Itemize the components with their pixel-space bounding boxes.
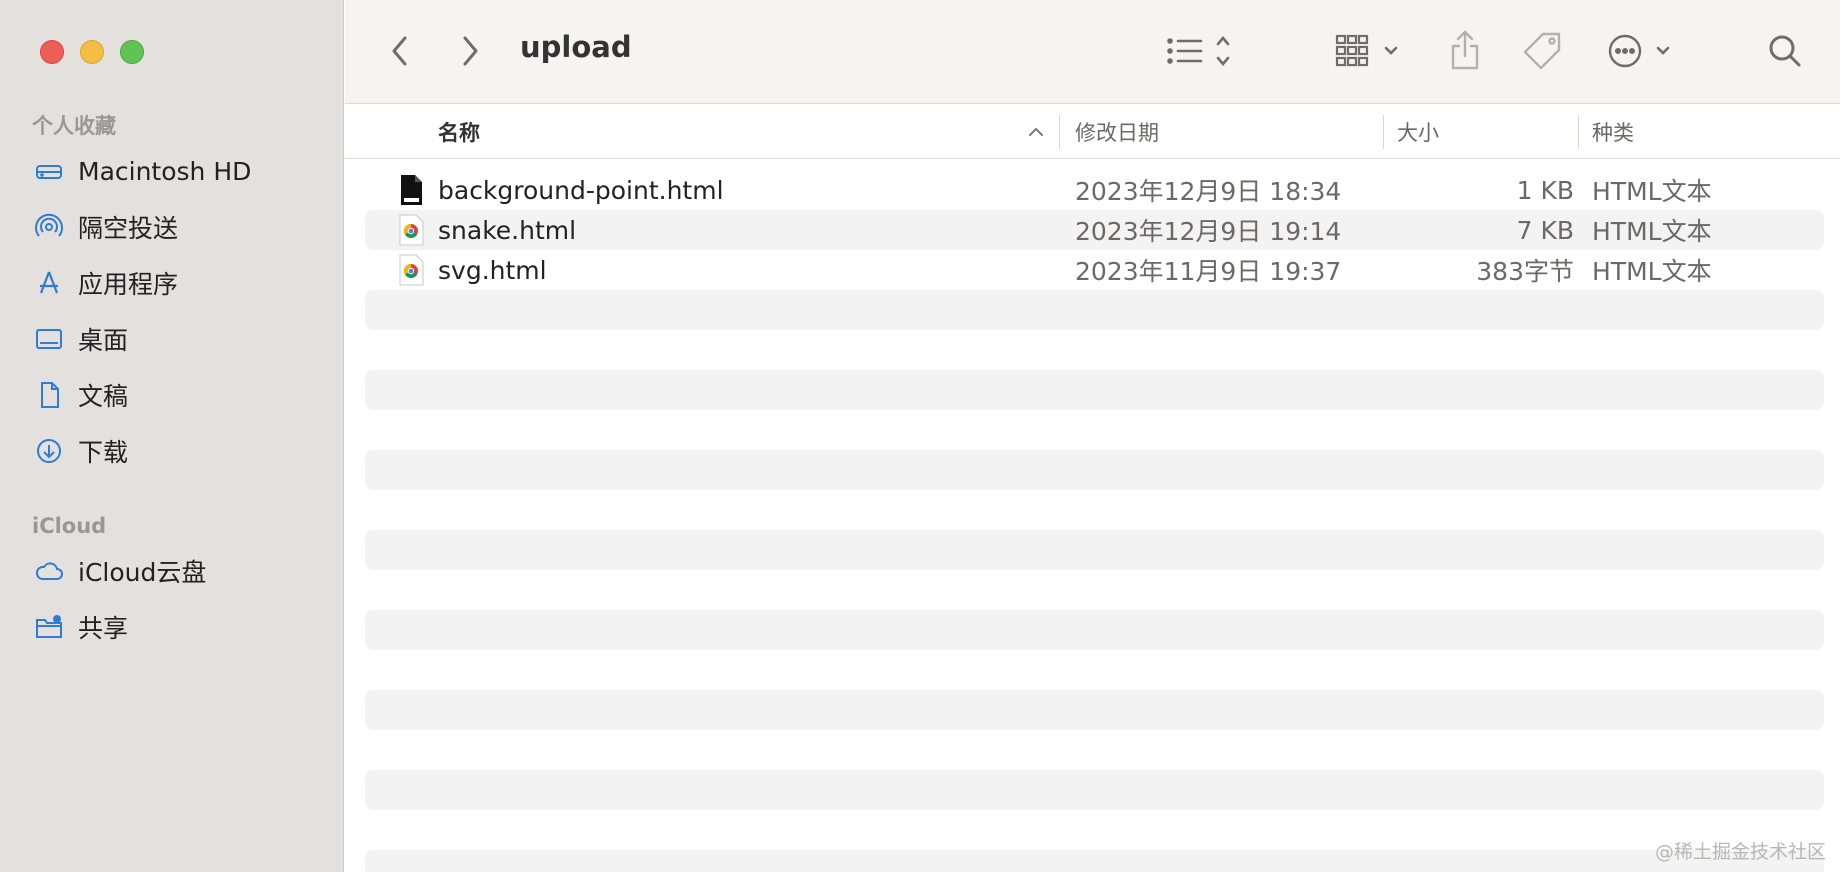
- sidebar-item-applications[interactable]: 应用程序: [32, 262, 178, 304]
- download-icon: [32, 434, 66, 468]
- tag-icon: [1523, 32, 1561, 70]
- toolbar: upload: [345, 0, 1840, 104]
- desktop-icon: [32, 322, 66, 356]
- empty-row: [365, 290, 1824, 330]
- shared-folder-icon: [32, 610, 66, 644]
- sidebar-item-desktop[interactable]: 桌面: [32, 318, 128, 360]
- back-button[interactable]: [385, 28, 415, 74]
- sidebar-item-label: 文稿: [78, 382, 129, 411]
- sidebar-item-downloads[interactable]: 下载: [32, 430, 128, 472]
- sidebar-item-shared[interactable]: 共享: [32, 606, 128, 648]
- share-icon: [1451, 30, 1479, 70]
- sidebar-item-label: 隔空投送: [78, 214, 179, 243]
- sidebar-item-airdrop[interactable]: 隔空投送: [32, 206, 178, 248]
- file-kind: HTML文本: [1592, 257, 1712, 286]
- file-size: 7 KB: [1516, 215, 1574, 245]
- sidebar-item-documents[interactable]: 文稿: [32, 374, 128, 416]
- column-header-kind[interactable]: 种类: [1592, 105, 1634, 159]
- sidebar-item-label: 应用程序: [78, 270, 179, 299]
- group-button[interactable]: [1333, 28, 1405, 74]
- minimize-window-button[interactable]: [80, 40, 104, 64]
- chrome-file-icon: [399, 254, 424, 286]
- empty-row: [365, 370, 1824, 410]
- sidebar-item-label: 下载: [78, 438, 129, 467]
- forward-button[interactable]: [455, 28, 485, 74]
- close-window-button[interactable]: [40, 40, 64, 64]
- icloud-section-title: iCloud: [32, 514, 107, 538]
- file-date: 2023年11月9日 19:37: [1075, 257, 1342, 286]
- sidebar-item-macintosh-hd[interactable]: Macintosh HD: [32, 150, 251, 192]
- html-file-icon: [401, 175, 422, 205]
- sidebar: 个人收藏 Macintosh HD 隔空投送 应用程序 桌面 文稿 下载 iCl…: [0, 0, 344, 872]
- watermark: @稀土掘金技术社区: [1654, 841, 1826, 863]
- file-size: 383字节: [1476, 257, 1574, 286]
- sidebar-item-label: iCloud云盘: [78, 558, 207, 587]
- column-header-name[interactable]: 名称: [438, 105, 480, 159]
- airdrop-icon: [32, 210, 66, 244]
- file-row[interactable]: background-point.html 2023年12月9日 18:34 1…: [365, 170, 1824, 210]
- cloud-icon: [32, 554, 66, 588]
- tag-button[interactable]: [1521, 28, 1565, 74]
- sidebar-item-label: 共享: [78, 614, 129, 643]
- empty-row: [365, 450, 1824, 490]
- grid-icon: [1335, 34, 1398, 67]
- sidebar-item-label: 桌面: [78, 326, 129, 355]
- window-controls: [40, 40, 144, 64]
- empty-row: [365, 530, 1824, 570]
- ellipsis-circle-icon: [1608, 34, 1670, 68]
- search-icon: [1769, 35, 1801, 67]
- chevron-left-icon: [392, 36, 407, 66]
- file-name: svg.html: [438, 255, 547, 285]
- chrome-file-icon: [399, 214, 424, 246]
- sidebar-item-icloud-drive[interactable]: iCloud云盘: [32, 550, 206, 592]
- column-divider[interactable]: [1578, 115, 1579, 149]
- more-actions-button[interactable]: [1607, 28, 1677, 74]
- file-list: background-point.html 2023年12月9日 18:34 1…: [345, 170, 1840, 872]
- disk-icon: [32, 154, 66, 188]
- window-title: upload: [520, 30, 632, 64]
- share-button[interactable]: [1447, 28, 1483, 74]
- file-kind: HTML文本: [1592, 177, 1712, 206]
- sort-ascending-icon: [1025, 121, 1047, 143]
- column-header-size[interactable]: 大小: [1397, 105, 1439, 159]
- file-name: background-point.html: [438, 175, 724, 205]
- file-size: 1 KB: [1516, 175, 1574, 205]
- document-icon: [32, 378, 66, 412]
- favorites-section-title: 个人收藏: [32, 114, 116, 138]
- file-date: 2023年12月9日 19:14: [1075, 217, 1342, 246]
- file-kind: HTML文本: [1592, 217, 1712, 246]
- zoom-window-button[interactable]: [120, 40, 144, 64]
- search-button[interactable]: [1765, 28, 1805, 74]
- empty-row: [365, 770, 1824, 810]
- file-name: snake.html: [438, 215, 577, 245]
- empty-row: [365, 690, 1824, 730]
- file-row[interactable]: snake.html 2023年12月9日 19:14 7 KB HTML文本: [365, 210, 1824, 250]
- empty-row: [365, 850, 1824, 872]
- column-header: 名称 修改日期 大小 种类: [345, 105, 1840, 159]
- column-divider[interactable]: [1059, 115, 1060, 149]
- file-date: 2023年12月9日 18:34: [1075, 177, 1342, 206]
- column-divider[interactable]: [1383, 115, 1384, 149]
- sidebar-item-label: Macintosh HD: [78, 156, 252, 186]
- list-view-icon: [1167, 35, 1230, 67]
- chevron-right-icon: [463, 36, 478, 66]
- file-row[interactable]: svg.html 2023年11月9日 19:37 383字节 HTML文本: [365, 250, 1824, 290]
- view-mode-button[interactable]: [1165, 28, 1245, 74]
- empty-row: [365, 610, 1824, 650]
- applications-icon: [32, 266, 66, 300]
- column-header-date[interactable]: 修改日期: [1075, 105, 1159, 159]
